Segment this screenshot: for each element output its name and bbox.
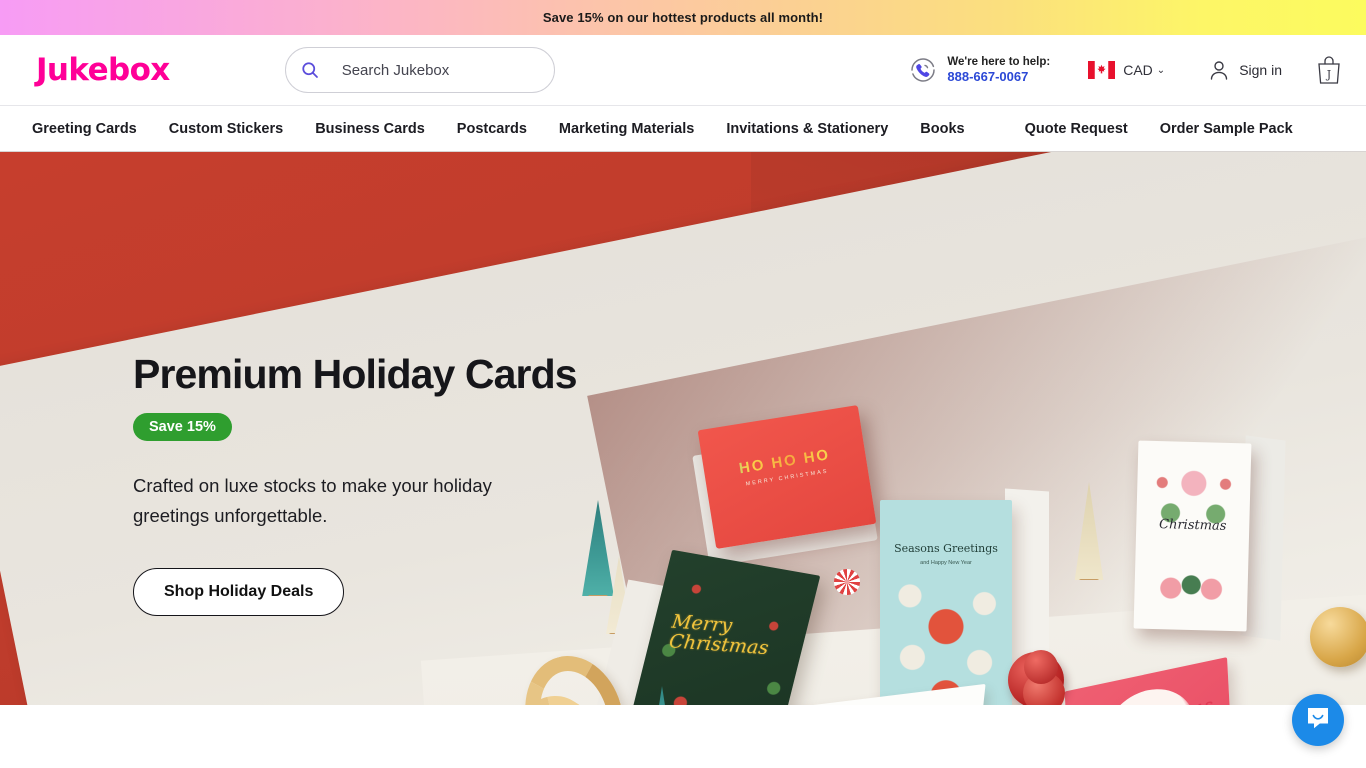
svg-text:J: J [1326,68,1331,81]
sign-in-label: Sign in [1239,62,1282,78]
search-bar[interactable] [284,47,555,93]
chevron-down-icon: ⌄ [1156,64,1166,76]
header-actions: We're here to help: 888-667-0067 CAD ⌄ S… [908,55,1342,86]
help-label: We're here to help: [947,55,1051,68]
sign-in-button[interactable]: Sign in [1207,58,1282,82]
teal-card-subline: and Happy New Year [920,560,972,566]
jukebox-logo[interactable]: Jukebox [36,54,170,86]
page-body-below-hero [0,705,1366,767]
phone-icon [908,55,938,85]
hero-save-badge: Save 15% [133,413,232,442]
hero-subtitle: Crafted on luxe stocks to make your holi… [133,475,492,527]
nav-item-postcards[interactable]: Postcards [441,121,543,137]
hero-title: Premium Holiday Cards [133,351,578,397]
search-icon [300,60,320,80]
peppermint-candy-upper [834,569,860,595]
red-ornament-small [1024,650,1058,684]
primary-navigation: Greeting Cards Custom Stickers Business … [0,105,1366,152]
nav-item-greeting-cards[interactable]: Greeting Cards [16,121,153,137]
hero-content: Premium Holiday Cards Save 15% Crafted o… [133,351,653,617]
shop-holiday-deals-button[interactable]: Shop Holiday Deals [133,568,345,617]
product-card-ho-ho-ho: HO HO HO MERRY CHRISTMAS [697,405,877,549]
user-icon [1207,58,1231,82]
hero-banner: HO HO HO MERRY CHRISTMAS Merry Christmas… [0,152,1366,705]
gold-ornament [1310,607,1366,667]
chat-bubble-icon [1305,705,1331,736]
product-card-nordic-merry-christmas: Christmas [1133,440,1252,632]
white-card-pattern [1133,440,1252,632]
product-card-seasons-greetings: Seasons Greetings and Happy New Year [880,500,1012,705]
white-card-headline: Christmas [1158,517,1227,534]
teal-card-headline: Seasons Greetings [894,542,998,555]
shopping-bag-icon[interactable]: J [1316,55,1342,85]
promo-banner-text: Save 15% on our hottest products all mon… [542,10,824,25]
nav-item-invitations-stationery[interactable]: Invitations & Stationery [710,121,904,137]
canada-flag-icon [1088,61,1116,79]
nav-item-books[interactable]: Books [904,121,980,137]
green-card-headline: Merry Christmas [667,610,770,660]
nav-item-business-cards[interactable]: Business Cards [299,121,441,137]
pink-card-snow-globe [1102,680,1197,705]
site-header: Jukebox We're here to help: 888-667-00 [0,35,1366,105]
nav-item-custom-stickers[interactable]: Custom Stickers [153,121,299,137]
help-phone-number[interactable]: 888-667-0067 [947,69,1050,85]
help-text-group: We're here to help: 888-667-0067 [947,55,1050,86]
nav-item-marketing-materials[interactable]: Marketing Materials [543,121,710,137]
promo-banner[interactable]: Save 15% on our hottest products all mon… [0,0,1366,35]
currency-label: CAD [1123,62,1153,78]
search-input[interactable] [341,61,540,79]
chat-launcher-button[interactable] [1292,694,1344,746]
nav-item-order-sample-pack[interactable]: Order Sample Pack [1144,121,1309,137]
nav-item-quote-request[interactable]: Quote Request [1009,121,1144,137]
teal-card-pattern [886,578,1006,705]
help-contact[interactable]: We're here to help: 888-667-0067 [908,55,1050,86]
currency-selector[interactable]: CAD ⌄ [1088,61,1165,79]
